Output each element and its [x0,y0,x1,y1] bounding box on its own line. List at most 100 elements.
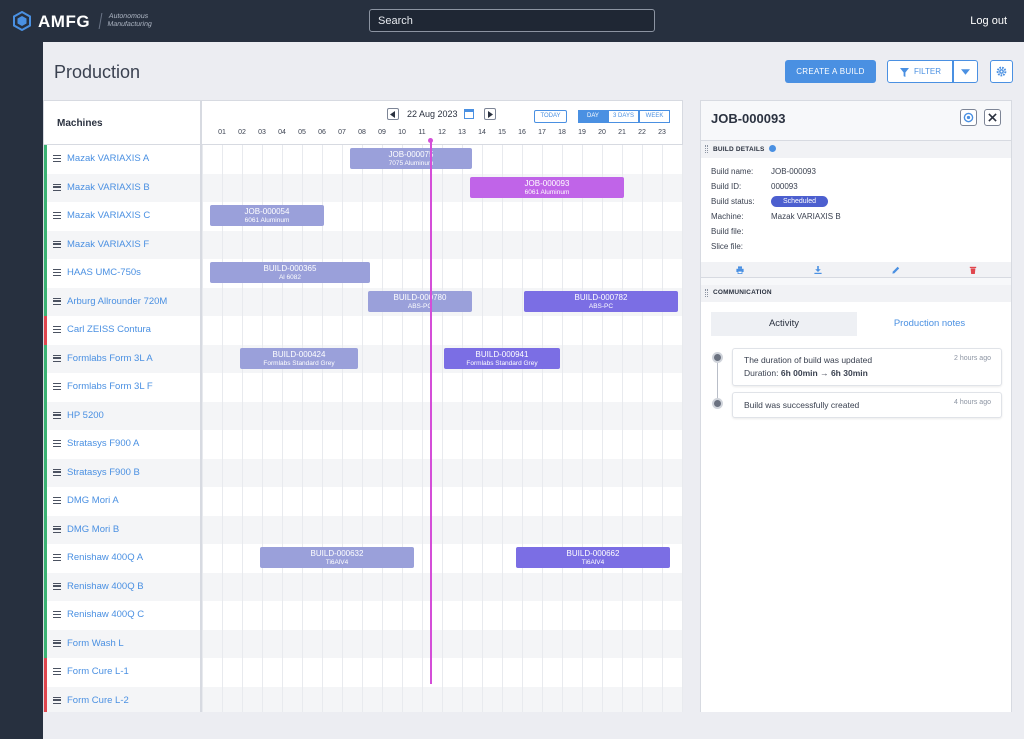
machine-name[interactable]: Mazak VARIAXIS A [44,145,202,174]
job-bar[interactable]: BUILD-000782 ABS-PC [524,290,678,312]
machine-name[interactable]: Mazak VARIAXIS B [44,173,202,202]
logout-link[interactable]: Log out [970,15,1007,27]
machine-name[interactable]: Mazak VARIAXIS C [44,202,202,231]
job-bar[interactable]: BUILD-000662 Ti6AlV4 [516,547,670,568]
print-icon[interactable] [736,266,744,274]
drag-handle-icon[interactable] [53,155,61,162]
machine-name[interactable]: Form Cure L-1 [44,658,202,687]
machine-name-label[interactable]: Formlabs Form 3L F [67,381,153,392]
drag-handle-icon[interactable] [53,554,61,561]
field-label: Slice file: [711,242,744,251]
download-icon[interactable] [814,266,822,274]
drag-handle-icon[interactable] [53,525,61,533]
job-bar[interactable]: BUILD-000780 ABS-PC [368,290,472,312]
machine-name-label[interactable]: DMG Mori A [67,495,119,506]
drag-handle-icon[interactable] [53,269,61,276]
drag-handle-icon[interactable] [53,411,61,419]
drag-grip-icon[interactable] [705,145,708,153]
machine-name-label[interactable]: Mazak VARIAXIS F [67,239,149,250]
job-id: JOB-000075 [388,150,434,159]
drag-grip-icon[interactable] [705,289,708,297]
drag-handle-icon[interactable] [53,354,61,362]
job-bar[interactable]: BUILD-000424 Formlabs Standard Grey [240,347,358,369]
machine-name[interactable]: Renishaw 400Q B [44,572,202,601]
job-bar[interactable]: JOB-000075 7075 Aluminum [350,148,472,169]
drag-handle-icon[interactable] [53,240,61,248]
info-icon[interactable] [768,145,776,152]
filter-dropdown-button[interactable] [953,60,978,83]
machine-name[interactable]: HP 5200 [44,401,202,430]
machine-name-label[interactable]: Mazak VARIAXIS B [67,182,150,193]
machine-name-label[interactable]: HAAS UMC-750s [67,267,141,278]
machine-name[interactable]: DMG Mori B [44,515,202,544]
machine-name[interactable]: Form Wash L [44,629,202,658]
machine-name[interactable]: Carl ZEISS Contura [44,316,202,345]
drag-handle-icon[interactable] [53,440,61,447]
edit-icon[interactable] [892,266,900,274]
drag-handle-icon[interactable] [53,183,61,191]
drag-handle-icon[interactable] [53,468,61,476]
settings-button[interactable] [990,60,1013,83]
schedule-panel: Machines 22 Aug 2023 TODAY DAY 3 DAYS WE… [43,100,683,715]
machine-name[interactable]: Renishaw 400Q C [44,601,202,630]
machine-name-label[interactable]: Renishaw 400Q A [67,552,143,563]
machine-name-label[interactable]: Stratasys F900 A [67,438,139,449]
machine-name[interactable]: Form Cure L-2 [44,686,202,715]
machine-name-label[interactable]: Form Cure L-2 [67,695,129,706]
machine-name-label[interactable]: DMG Mori B [67,524,119,535]
job-bar[interactable]: JOB-000093 6061 Aluminum [470,176,624,198]
drag-handle-icon[interactable] [53,582,61,590]
machine-name-label[interactable]: Arburg Allrounder 720M [67,296,167,307]
drag-handle-icon[interactable] [53,212,61,219]
drag-handle-icon[interactable] [53,668,61,675]
today-button[interactable]: TODAY [534,110,567,123]
drag-handle-icon[interactable] [53,611,61,618]
drag-handle-icon[interactable] [53,639,61,647]
tab-production-notes[interactable]: Production notes [857,312,1002,336]
machine-name-label[interactable]: Stratasys F900 B [67,467,140,478]
close-button[interactable] [984,109,1001,126]
job-material: Ti6AlV4 [325,559,349,566]
drag-handle-icon[interactable] [53,326,61,333]
machine-name-label[interactable]: Carl ZEISS Contura [67,324,151,335]
machine-name[interactable]: HAAS UMC-750s [44,259,202,288]
machine-name-label[interactable]: Renishaw 400Q C [67,609,144,620]
machine-name[interactable]: Stratasys F900 A [44,430,202,459]
machine-name[interactable]: DMG Mori A [44,487,202,516]
machine-name-label[interactable]: Mazak VARIAXIS A [67,153,149,164]
drag-handle-icon[interactable] [53,383,61,390]
machine-name[interactable]: Arburg Allrounder 720M [44,287,202,316]
drag-handle-icon[interactable] [53,696,61,704]
job-bar[interactable]: BUILD-000632 Ti6AlV4 [260,547,414,568]
machine-name[interactable]: Renishaw 400Q A [44,544,202,573]
close-icon [988,113,997,122]
range-3days-button[interactable]: 3 DAYS [608,110,639,123]
drag-handle-icon[interactable] [53,297,61,305]
calendar-icon[interactable] [464,109,474,119]
tab-activity[interactable]: Activity [711,312,857,336]
next-day-button[interactable] [484,108,496,120]
search-input[interactable] [369,9,655,32]
filter-button[interactable]: FILTER [887,60,953,83]
range-day-button[interactable]: DAY [578,110,608,123]
machine-name-label[interactable]: HP 5200 [67,410,104,421]
machine-name-label[interactable]: Formlabs Form 3L A [67,353,153,364]
machine-name-label[interactable]: Mazak VARIAXIS C [67,210,150,221]
machine-name-label[interactable]: Renishaw 400Q B [67,581,144,592]
job-bar[interactable]: BUILD-000941 Formlabs Standard Grey [444,347,560,369]
drag-handle-icon[interactable] [53,497,61,504]
job-bar[interactable]: JOB-000054 6061 Aluminum [210,205,324,226]
machine-name[interactable]: Mazak VARIAXIS F [44,230,202,259]
job-material: 6061 Aluminum [244,217,290,224]
create-build-button[interactable]: CREATE A BUILD [785,60,876,83]
machine-name[interactable]: Formlabs Form 3L F [44,373,202,402]
prev-day-button[interactable] [387,108,399,120]
machine-name[interactable]: Formlabs Form 3L A [44,344,202,373]
machine-name-label[interactable]: Form Wash L [67,638,124,649]
delete-icon[interactable] [969,266,977,274]
job-bar[interactable]: BUILD-000365 Al 6082 [210,262,370,283]
detail-action-button[interactable] [960,109,977,126]
range-week-button[interactable]: WEEK [639,110,670,123]
machine-name-label[interactable]: Form Cure L-1 [67,666,129,677]
machine-name[interactable]: Stratasys F900 B [44,458,202,487]
